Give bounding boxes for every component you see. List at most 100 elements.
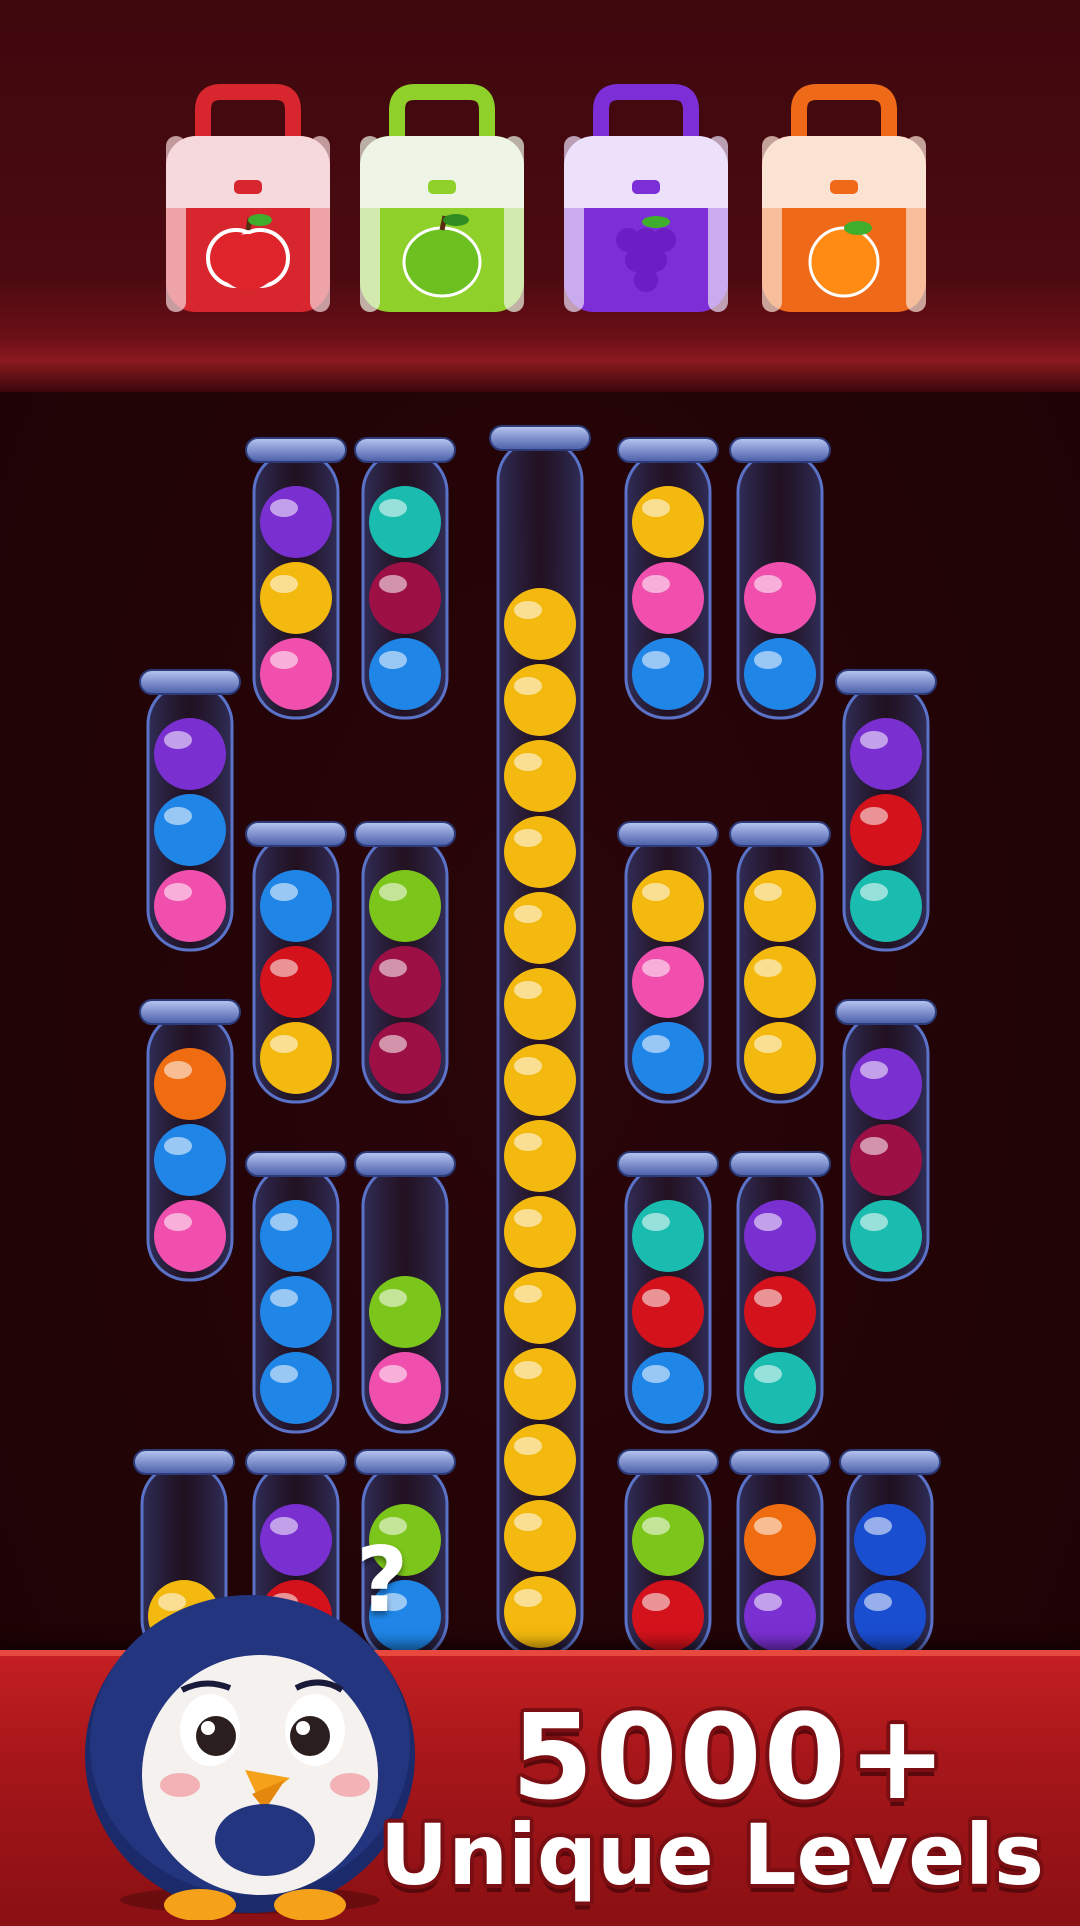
tube-rim	[139, 999, 241, 1025]
levels-caption: Unique Levels	[380, 1806, 1044, 1904]
ball-highlight	[270, 1517, 298, 1535]
tube[interactable]	[245, 437, 347, 720]
ball-red	[744, 1276, 816, 1348]
ball-blue	[154, 1124, 226, 1196]
ball-highlight	[270, 575, 298, 593]
ball-yellow	[504, 1500, 576, 1572]
tube[interactable]	[354, 821, 456, 1104]
tube-rim	[729, 1449, 831, 1475]
ball-highlight	[379, 1289, 407, 1307]
tube-rim	[354, 1449, 456, 1475]
ball-navy	[854, 1504, 926, 1576]
ball-highlight	[379, 1035, 407, 1053]
ball-yellow	[504, 816, 576, 888]
ball-highlight	[514, 1057, 542, 1075]
ball-highlight	[754, 883, 782, 901]
tube[interactable]	[839, 1449, 941, 1662]
ball-blue	[260, 1276, 332, 1348]
ball-highlight	[379, 575, 407, 593]
tube-rim	[354, 437, 456, 463]
ball-highlight	[860, 883, 888, 901]
ball-highlight	[514, 1437, 542, 1455]
tube-rim	[133, 1449, 235, 1475]
ball-highlight	[754, 1213, 782, 1231]
ball-blue	[154, 794, 226, 866]
ball-highlight	[514, 1209, 542, 1227]
ball-highlight	[379, 499, 407, 517]
tube[interactable]	[354, 1151, 456, 1434]
tube-rim	[835, 669, 937, 695]
ball-highlight	[379, 651, 407, 669]
ball-purple	[744, 1580, 816, 1652]
ball-highlight	[754, 1035, 782, 1053]
ball-highlight	[514, 1133, 542, 1151]
ball-highlight	[754, 1517, 782, 1535]
ball-navy	[854, 1580, 926, 1652]
ball-highlight	[642, 959, 670, 977]
tube[interactable]	[139, 999, 241, 1282]
ball-blue	[260, 1352, 332, 1424]
ball-orange	[744, 1504, 816, 1576]
ball-highlight	[860, 1137, 888, 1155]
ball-highlight	[270, 1289, 298, 1307]
ball-blue	[632, 1352, 704, 1424]
ball-highlight	[270, 883, 298, 901]
ball-yellow	[744, 1022, 816, 1094]
ball-highlight	[642, 1593, 670, 1611]
ball-yellow	[504, 892, 576, 964]
ball-pink	[632, 562, 704, 634]
ball-highlight	[164, 807, 192, 825]
ball-pink	[260, 638, 332, 710]
ball-red	[632, 1580, 704, 1652]
ball-red	[632, 1276, 704, 1348]
ball-maroon	[369, 1022, 441, 1094]
ball-highlight	[514, 829, 542, 847]
tube-rim	[835, 999, 937, 1025]
ball-teal	[632, 1200, 704, 1272]
ball-teal	[744, 1352, 816, 1424]
tube[interactable]	[835, 999, 937, 1282]
tube[interactable]	[729, 821, 831, 1104]
ball-highlight	[754, 651, 782, 669]
ball-yellow	[260, 1022, 332, 1094]
ball-highlight	[379, 883, 407, 901]
tube[interactable]	[835, 669, 937, 952]
tube[interactable]	[617, 1449, 719, 1662]
ball-highlight	[164, 883, 192, 901]
ball-highlight	[642, 575, 670, 593]
tube[interactable]	[617, 821, 719, 1104]
tube[interactable]	[729, 1449, 831, 1662]
tube-rim	[617, 1151, 719, 1177]
game-screen: ? 5000+ Unique Levels	[0, 0, 1080, 1926]
ball-highlight	[164, 1061, 192, 1079]
ball-highlight	[642, 883, 670, 901]
ball-purple	[850, 718, 922, 790]
tube[interactable]	[729, 437, 831, 720]
tube-rim	[729, 437, 831, 463]
ball-pink	[369, 1352, 441, 1424]
tube[interactable]	[245, 1151, 347, 1434]
ball-orange	[154, 1048, 226, 1120]
tube[interactable]	[354, 437, 456, 720]
tube-rim	[617, 1449, 719, 1475]
tube[interactable]	[489, 425, 591, 1658]
tube[interactable]	[729, 1151, 831, 1434]
tube-rim	[139, 669, 241, 695]
ball-highlight	[514, 753, 542, 771]
tube[interactable]	[617, 1151, 719, 1434]
ball-yellow	[632, 870, 704, 942]
ball-highlight	[642, 651, 670, 669]
ball-highlight	[514, 1513, 542, 1531]
ball-teal	[850, 870, 922, 942]
ball-highlight	[514, 905, 542, 923]
ball-highlight	[270, 1035, 298, 1053]
tube[interactable]	[617, 437, 719, 720]
ball-pink	[154, 870, 226, 942]
ball-highlight	[642, 1035, 670, 1053]
ball-highlight	[860, 1061, 888, 1079]
ball-highlight	[270, 959, 298, 977]
ball-highlight	[642, 499, 670, 517]
ball-maroon	[369, 946, 441, 1018]
tube[interactable]	[245, 821, 347, 1104]
tube[interactable]	[139, 669, 241, 952]
